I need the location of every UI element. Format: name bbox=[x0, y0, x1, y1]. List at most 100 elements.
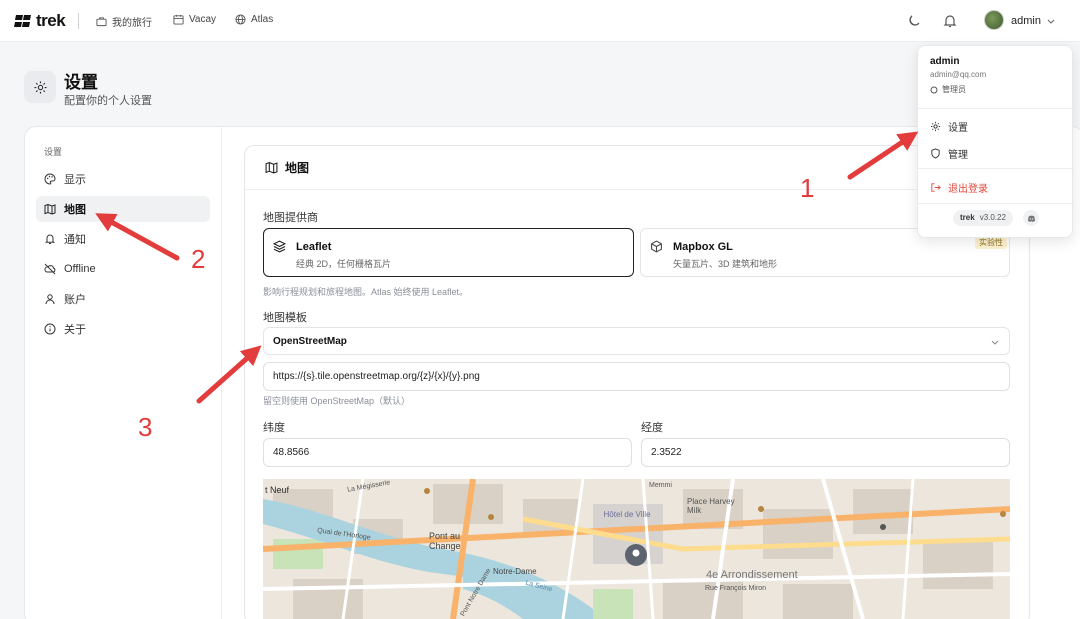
dropdown-item-label: 退出登录 bbox=[948, 184, 988, 195]
map-label: Rue François Miron bbox=[705, 585, 767, 592]
nav-item-label: Atlas bbox=[251, 14, 274, 25]
longitude-input[interactable]: 2.3522 bbox=[641, 438, 1010, 467]
info-icon bbox=[44, 323, 56, 335]
map-template-select[interactable]: OpenStreetMap bbox=[263, 327, 1010, 355]
layers-icon bbox=[273, 240, 286, 253]
gear-icon bbox=[930, 121, 941, 132]
map-label: Place Harvey Milk bbox=[687, 497, 735, 515]
map-label: Notre-Dame bbox=[493, 567, 537, 576]
box-icon bbox=[651, 240, 662, 253]
provider-label: 地图提供商 bbox=[263, 212, 318, 224]
bell-icon bbox=[44, 234, 56, 244]
annotation-number-3: 3 bbox=[138, 412, 153, 442]
trek-logo-icon bbox=[14, 15, 31, 27]
sidebar-item-notifications[interactable]: 通知 bbox=[36, 226, 210, 252]
dropdown-user-role: 管理员 bbox=[930, 84, 966, 95]
bell-icon[interactable] bbox=[942, 13, 958, 29]
calendar-icon bbox=[173, 14, 184, 25]
logout-icon bbox=[931, 183, 941, 192]
map-label: Pont au Change bbox=[429, 531, 461, 551]
provider-title: Mapbox GL bbox=[673, 241, 733, 253]
palette-icon bbox=[44, 173, 56, 185]
card-title: 地图 bbox=[285, 161, 310, 175]
map-label: t Neuf bbox=[265, 485, 290, 495]
map-tiles bbox=[263, 479, 1010, 619]
dropdown-admin[interactable]: 管理 bbox=[930, 146, 968, 161]
sidebar-item-about[interactable]: 关于 bbox=[36, 316, 210, 342]
annotation-number-2: 2 bbox=[191, 244, 206, 274]
page-subtitle: 配置你的个人设置 bbox=[64, 95, 152, 107]
map-label: 4e Arrondissement bbox=[706, 569, 798, 581]
version-number: v3.0.22 bbox=[979, 213, 1006, 222]
select-value: OpenStreetMap bbox=[273, 336, 347, 347]
sidebar-heading: 设置 bbox=[44, 147, 63, 157]
user-icon bbox=[45, 294, 55, 305]
dropdown-item-label: 设置 bbox=[948, 123, 968, 134]
shield-icon bbox=[931, 148, 940, 159]
sidebar-item-account[interactable]: 账户 bbox=[36, 286, 210, 312]
chevron-down-icon[interactable] bbox=[1046, 16, 1056, 26]
settings-sidebar: 设置 显示 地图 通知 Offline 账户 关于 bbox=[24, 126, 222, 619]
top-nav-bar: trek 我的旅行 Vacay Atlas admin bbox=[0, 0, 1080, 42]
nav-item-atlas[interactable]: Atlas bbox=[235, 14, 273, 25]
role-label: 管理员 bbox=[942, 85, 966, 94]
provider-title: Leaflet bbox=[296, 241, 332, 253]
latitude-label: 纬度 bbox=[263, 422, 285, 434]
provider-desc: 经典 2D，任何栅格瓦片 bbox=[296, 259, 392, 269]
discord-icon bbox=[1027, 215, 1035, 222]
nav-item-vacay[interactable]: Vacay bbox=[173, 14, 216, 25]
sidebar-item-label: 地图 bbox=[64, 204, 86, 216]
longitude-label: 经度 bbox=[641, 422, 663, 434]
moon-icon[interactable] bbox=[906, 13, 922, 29]
dropdown-divider bbox=[918, 108, 1074, 109]
nav-item-trips[interactable]: 我的旅行 bbox=[96, 14, 152, 29]
sidebar-item-label: 通知 bbox=[64, 234, 86, 246]
dropdown-settings[interactable]: 设置 bbox=[930, 119, 968, 134]
sidebar-item-label: 关于 bbox=[64, 324, 86, 336]
logo-text: trek bbox=[36, 11, 66, 30]
dropdown-user-email: admin@qq.com bbox=[930, 70, 987, 79]
dropdown-divider bbox=[918, 168, 1074, 169]
latitude-input[interactable]: 48.8566 bbox=[263, 438, 632, 467]
sidebar-item-offline[interactable]: Offline bbox=[36, 256, 210, 282]
nav-item-label: Vacay bbox=[189, 14, 217, 25]
map-label: Memmi bbox=[649, 482, 672, 489]
role-circle-icon bbox=[930, 86, 938, 93]
settings-page-icon-box bbox=[24, 71, 56, 103]
card-header: 地图 bbox=[245, 146, 1031, 190]
map-icon bbox=[44, 203, 56, 215]
dropdown-item-label: 管理 bbox=[948, 150, 968, 161]
map-label: Hôtel de Ville bbox=[603, 510, 651, 519]
dropdown-logout[interactable]: 退出登录 bbox=[930, 180, 988, 195]
provider-hint: 影响行程规划和旅程地图。Atlas 始终使用 Leaflet。 bbox=[263, 287, 469, 297]
sidebar-item-label: 账户 bbox=[64, 294, 86, 306]
map-preview[interactable]: t Neuf La Mégisserie Hôtel de Ville Plac… bbox=[263, 479, 1010, 619]
page-title: 设置 bbox=[64, 73, 98, 92]
template-label: 地图模板 bbox=[263, 312, 307, 324]
gear-icon bbox=[33, 80, 47, 94]
nav-item-label: 我的旅行 bbox=[112, 18, 152, 29]
chevron-down-icon bbox=[991, 340, 999, 345]
tile-url-hint: 留空则使用 OpenStreetMap（默认） bbox=[263, 396, 411, 406]
user-name[interactable]: admin bbox=[1011, 15, 1041, 27]
dropdown-user-name: admin bbox=[930, 56, 960, 67]
discord-link[interactable] bbox=[1023, 210, 1039, 226]
tile-url-input[interactable]: https://{s}.tile.openstreetmap.org/{z}/{… bbox=[263, 362, 1010, 391]
briefcase-icon bbox=[96, 17, 107, 27]
nav-divider bbox=[78, 13, 79, 29]
annotation-number-1: 1 bbox=[800, 173, 815, 203]
map-icon bbox=[265, 162, 278, 174]
trek-logo[interactable]: trek bbox=[14, 11, 66, 31]
version-app: trek bbox=[960, 213, 975, 222]
dropdown-divider bbox=[918, 203, 1074, 204]
provider-option-leaflet[interactable]: Leaflet 经典 2D，任何栅格瓦片 bbox=[263, 228, 634, 277]
sidebar-item-display[interactable]: 显示 bbox=[36, 166, 210, 192]
cloud-off-icon bbox=[44, 263, 56, 275]
globe-icon bbox=[235, 14, 246, 25]
version-badge: trek v3.0.22 bbox=[953, 210, 1013, 226]
sidebar-item-map[interactable]: 地图 bbox=[36, 196, 210, 222]
sidebar-item-label: 显示 bbox=[64, 174, 86, 186]
user-avatar[interactable] bbox=[984, 10, 1004, 30]
provider-desc: 矢量瓦片、3D 建筑和地形 bbox=[673, 259, 778, 269]
sidebar-item-label: Offline bbox=[64, 263, 96, 275]
